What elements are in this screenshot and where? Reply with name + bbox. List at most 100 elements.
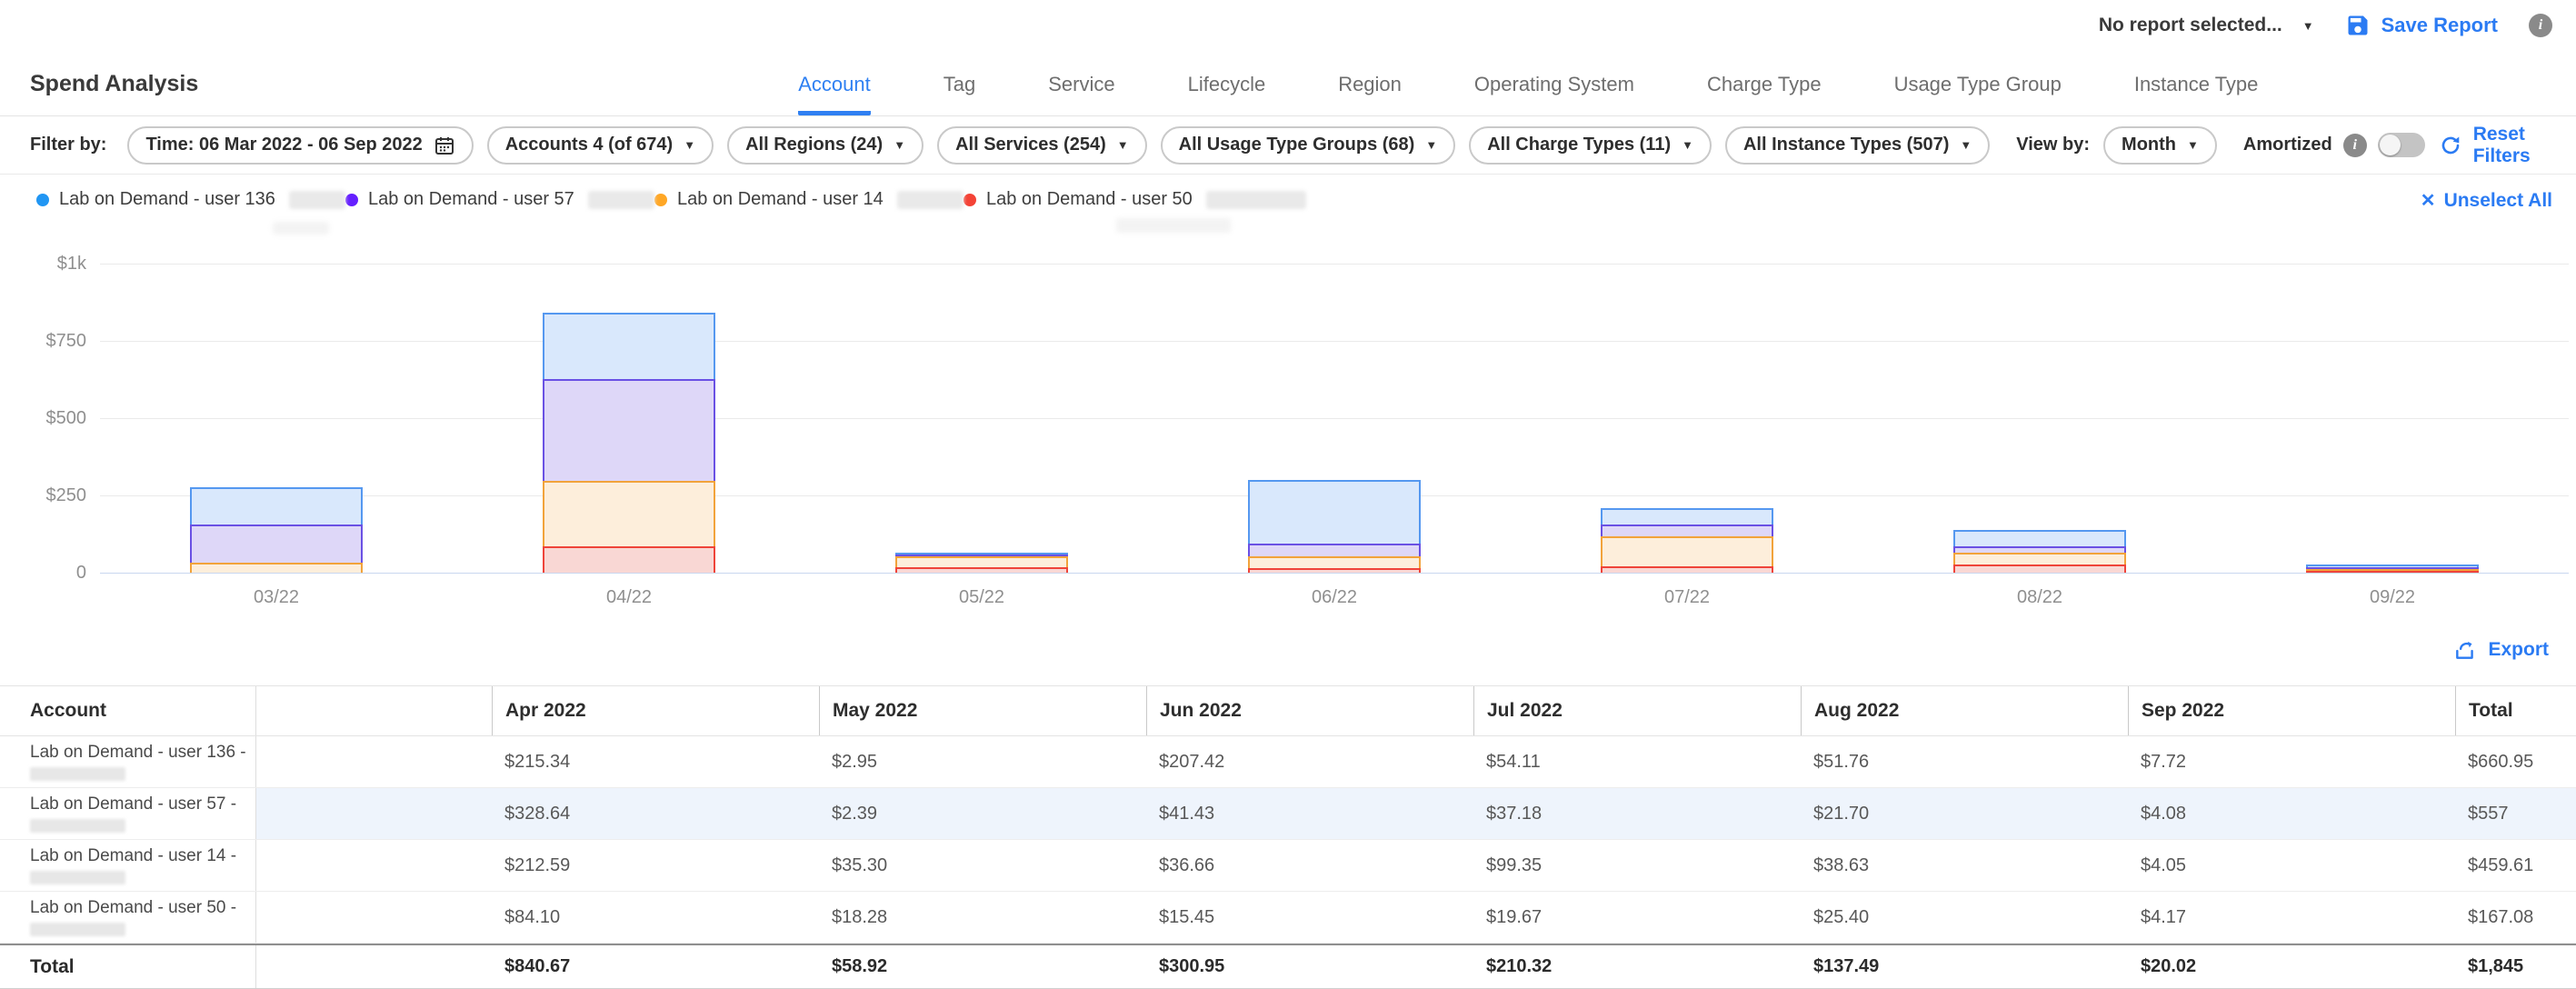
export-button[interactable]: Export bbox=[2453, 638, 2549, 662]
row-total-cell: $660.95 bbox=[2455, 752, 2576, 773]
legend-item-lab-on-demand-user-14[interactable]: Lab on Demand - user 14 bbox=[654, 189, 964, 210]
bar-segment-lab-on-demand-user-50[interactable] bbox=[543, 546, 715, 573]
table-body: Lab on Demand - user 136 -$215.34$2.95$2… bbox=[0, 736, 2576, 989]
stacked-bar-03-22[interactable] bbox=[190, 487, 363, 573]
tab-charge-type[interactable]: Charge Type bbox=[1707, 73, 1822, 115]
bar-slot-04-22 bbox=[453, 264, 805, 573]
unselect-all-button[interactable]: ✕ Unselect All bbox=[2421, 189, 2552, 212]
amortized-info-icon[interactable]: i bbox=[2343, 134, 2367, 157]
filter-pill-all-instance-types-507[interactable]: All Instance Types (507)▼ bbox=[1725, 126, 1990, 165]
spend-table: AccountApr 2022May 2022Jun 2022Jul 2022A… bbox=[0, 685, 2576, 989]
stacked-bar-09-22[interactable] bbox=[2306, 564, 2479, 573]
filter-pill-time-06-mar-2022-06-sep-2022[interactable]: Time: 06 Mar 2022 - 06 Sep 2022 bbox=[127, 126, 473, 165]
filter-pill-all-services-254[interactable]: All Services (254)▼ bbox=[937, 126, 1147, 165]
refresh-icon bbox=[2439, 134, 2462, 157]
bar-segment-lab-on-demand-user-50[interactable] bbox=[1953, 564, 2126, 573]
reset-filters-button[interactable]: Reset Filters bbox=[2439, 124, 2552, 167]
chevron-down-icon: ▼ bbox=[2187, 139, 2199, 151]
stacked-bar-04-22[interactable] bbox=[543, 313, 715, 573]
bar-segment-lab-on-demand-user-57[interactable] bbox=[543, 379, 715, 481]
chevron-down-icon: ▼ bbox=[684, 139, 695, 151]
filter-pill-all-usage-type-groups-68[interactable]: All Usage Type Groups (68)▼ bbox=[1161, 126, 1456, 165]
bar-segment-lab-on-demand-user-57[interactable] bbox=[1248, 544, 1421, 556]
filter-pill-all-charge-types-11[interactable]: All Charge Types (11)▼ bbox=[1469, 126, 1712, 165]
x-axis-labels: 03/2204/2205/2206/2207/2208/2209/22 bbox=[100, 587, 2569, 608]
value-cell: $18.28 bbox=[819, 907, 1146, 928]
stacked-bar-06-22[interactable] bbox=[1248, 480, 1421, 573]
value-cell: $207.42 bbox=[1146, 752, 1473, 773]
bar-segment-lab-on-demand-user-14[interactable] bbox=[895, 556, 1068, 567]
bar-slot-05-22 bbox=[805, 264, 1158, 573]
value-cell: $99.35 bbox=[1473, 855, 1801, 876]
tab-region[interactable]: Region bbox=[1338, 73, 1402, 115]
view-by-dropdown[interactable]: Month ▼ bbox=[2103, 126, 2217, 165]
report-selector-label: No report selected... bbox=[2099, 15, 2282, 36]
account-name: Lab on Demand - user 57 - bbox=[30, 794, 255, 814]
tab-usage-type-group[interactable]: Usage Type Group bbox=[1894, 73, 2062, 115]
report-selector-dropdown[interactable]: No report selected... ▼ bbox=[2099, 15, 2314, 36]
legend-dot-icon bbox=[654, 194, 667, 206]
chevron-down-icon: ▼ bbox=[894, 139, 905, 151]
bar-segment-lab-on-demand-user-136[interactable] bbox=[1601, 508, 1773, 524]
bar-segment-lab-on-demand-user-57[interactable] bbox=[190, 524, 363, 562]
tab-service[interactable]: Service bbox=[1048, 73, 1114, 115]
x-axis-label: 05/22 bbox=[805, 587, 1158, 608]
tab-instance-type[interactable]: Instance Type bbox=[2134, 73, 2259, 115]
y-axis-tick: 0 bbox=[0, 563, 86, 584]
bar-segment-lab-on-demand-user-50[interactable] bbox=[1601, 566, 1773, 573]
legend-item-lab-on-demand-user-50[interactable]: Lab on Demand - user 50 bbox=[964, 189, 1306, 210]
value-cell: $38.63 bbox=[1801, 855, 2128, 876]
bar-segment-lab-on-demand-user-57[interactable] bbox=[1953, 546, 2126, 553]
bar-segment-lab-on-demand-user-50[interactable] bbox=[1248, 568, 1421, 573]
filter-pill-accounts-4-of-674[interactable]: Accounts 4 (of 674)▼ bbox=[487, 126, 714, 165]
x-axis-label: 08/22 bbox=[1863, 587, 2216, 608]
bar-segment-lab-on-demand-user-136[interactable] bbox=[190, 487, 363, 524]
table-total-row: Total$840.67$58.92$300.95$210.32$137.49$… bbox=[0, 944, 2576, 989]
column-header-jul-2022: Jul 2022 bbox=[1473, 686, 1801, 735]
total-value-cell: $137.49 bbox=[1801, 956, 2128, 977]
x-axis-label: 09/22 bbox=[2216, 587, 2569, 608]
table-header-row: AccountApr 2022May 2022Jun 2022Jul 2022A… bbox=[0, 685, 2576, 736]
info-icon[interactable]: i bbox=[2529, 14, 2552, 37]
amortized-control: Amortized i bbox=[2243, 133, 2425, 157]
bar-segment-lab-on-demand-user-136[interactable] bbox=[1953, 530, 2126, 546]
amortized-toggle[interactable] bbox=[2378, 133, 2425, 157]
legend-label: Lab on Demand - user 14 bbox=[677, 189, 884, 210]
chevron-down-icon: ▼ bbox=[1682, 139, 1693, 151]
bar-segment-lab-on-demand-user-14[interactable] bbox=[190, 563, 363, 573]
row-spacer bbox=[256, 788, 492, 839]
save-report-label: Save Report bbox=[2381, 14, 2498, 37]
stacked-bar-08-22[interactable] bbox=[1953, 530, 2126, 573]
bar-segment-lab-on-demand-user-14[interactable] bbox=[1953, 553, 2126, 564]
tab-tag[interactable]: Tag bbox=[944, 73, 975, 115]
y-axis-tick: $500 bbox=[0, 408, 86, 429]
tab-account[interactable]: Account bbox=[798, 73, 871, 115]
redacted-text bbox=[273, 222, 329, 235]
column-header-may-2022: May 2022 bbox=[819, 686, 1146, 735]
filter-pills: Time: 06 Mar 2022 - 06 Sep 2022 Accounts … bbox=[127, 126, 1990, 165]
bar-slot-03-22 bbox=[100, 264, 453, 573]
bar-segment-lab-on-demand-user-136[interactable] bbox=[1248, 480, 1421, 544]
bar-segment-lab-on-demand-user-14[interactable] bbox=[543, 481, 715, 546]
legend-item-lab-on-demand-user-57[interactable]: Lab on Demand - user 57 bbox=[345, 189, 654, 210]
save-icon bbox=[2345, 13, 2371, 38]
row-total-cell: $557 bbox=[2455, 788, 2576, 839]
bar-segment-lab-on-demand-user-50[interactable] bbox=[895, 567, 1068, 573]
filter-by-label: Filter by: bbox=[30, 135, 106, 155]
redacted-text bbox=[1206, 191, 1306, 209]
toggle-knob bbox=[2380, 135, 2401, 155]
stacked-bar-05-22[interactable] bbox=[895, 553, 1068, 573]
bar-segment-lab-on-demand-user-14[interactable] bbox=[1601, 536, 1773, 567]
view-by-label: View by: bbox=[2016, 135, 2090, 155]
y-axis-tick: $750 bbox=[0, 331, 86, 352]
bar-segment-lab-on-demand-user-136[interactable] bbox=[543, 313, 715, 379]
legend-item-lab-on-demand-user-136[interactable]: Lab on Demand - user 136 bbox=[36, 189, 345, 210]
save-report-button[interactable]: Save Report bbox=[2345, 13, 2498, 38]
stacked-bar-07-22[interactable] bbox=[1601, 508, 1773, 573]
tab-lifecycle[interactable]: Lifecycle bbox=[1188, 73, 1266, 115]
bar-segment-lab-on-demand-user-14[interactable] bbox=[1248, 556, 1421, 567]
bar-segment-lab-on-demand-user-50[interactable] bbox=[2306, 571, 2479, 573]
bar-segment-lab-on-demand-user-57[interactable] bbox=[1601, 524, 1773, 536]
filter-pill-all-regions-24[interactable]: All Regions (24)▼ bbox=[727, 126, 924, 165]
tab-operating-system[interactable]: Operating System bbox=[1474, 73, 1634, 115]
